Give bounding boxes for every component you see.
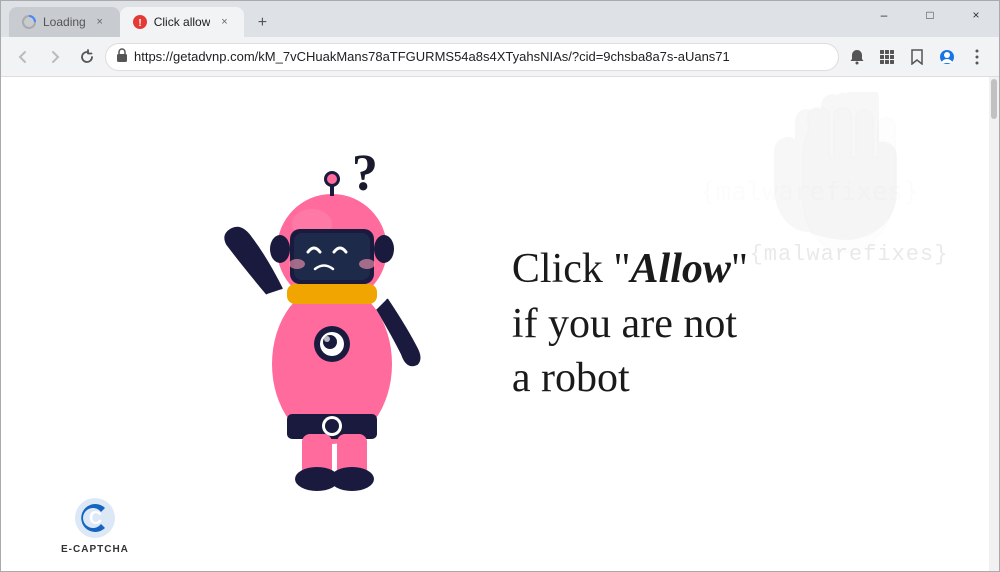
window-controls: – □ × <box>861 1 999 29</box>
watermark: {malwarefixes} <box>759 97 939 273</box>
forward-button[interactable] <box>41 43 69 71</box>
scrollbar[interactable] <box>989 77 999 571</box>
url-text: https://getadvnp.com/kM_7vCHuakMans78aTF… <box>134 49 828 64</box>
bookmark-button[interactable] <box>903 43 931 71</box>
ecaptcha-logo-icon: C <box>73 496 117 540</box>
robot-text: Click "Allow" if you are not a robot <box>512 242 748 406</box>
robot-illustration: ? <box>212 134 472 514</box>
tab-loading-close[interactable]: × <box>92 14 108 30</box>
notifications-button[interactable] <box>843 43 871 71</box>
text-line2: if you are not <box>512 297 748 352</box>
tab-click-allow-label: Click allow <box>154 15 211 29</box>
new-tab-button[interactable]: + <box>248 9 276 37</box>
text-click: Click " <box>512 246 631 292</box>
menu-button[interactable] <box>963 43 991 71</box>
text-line3: a robot <box>512 351 748 406</box>
svg-text:C: C <box>89 508 102 528</box>
ecaptcha-label: E-CAPTCHA <box>61 544 129 555</box>
text-line1: Click "Allow" <box>512 242 748 297</box>
profile-button[interactable] <box>933 43 961 71</box>
minimize-button[interactable]: – <box>861 1 907 29</box>
address-bar[interactable]: https://getadvnp.com/kM_7vCHuakMans78aTF… <box>105 43 839 71</box>
apps-button[interactable] <box>873 43 901 71</box>
ecaptcha-section: C E-CAPTCHA <box>61 496 129 555</box>
question-mark: ? <box>352 144 378 203</box>
tab-loading-label: Loading <box>43 15 86 29</box>
maximize-button[interactable]: □ <box>907 1 953 29</box>
tabs-row: Loading × ! Click allow × + <box>1 1 276 37</box>
tab-click-allow[interactable]: ! Click allow × <box>120 7 245 37</box>
tab-click-allow-favicon: ! <box>132 14 148 30</box>
tab-loading-favicon <box>21 14 37 30</box>
robot-section: ? <box>212 134 748 514</box>
tab-click-allow-close[interactable]: × <box>216 14 232 30</box>
page-content: {malwarefixes} {malwarefixes} ? <box>1 77 999 571</box>
toolbar: https://getadvnp.com/kM_7vCHuakMans78aTF… <box>1 37 999 77</box>
toolbar-actions <box>843 43 991 71</box>
text-allow: Allow <box>631 246 731 292</box>
svg-text:!: ! <box>138 18 141 29</box>
title-bar: Loading × ! Click allow × + – □ × <box>1 1 999 37</box>
tab-loading[interactable]: Loading × <box>9 7 120 37</box>
scrollbar-thumb <box>991 79 997 119</box>
back-button[interactable] <box>9 43 37 71</box>
close-button[interactable]: × <box>953 1 999 29</box>
browser-window: Loading × ! Click allow × + – □ × <box>0 0 1000 572</box>
robot-svg <box>212 134 452 504</box>
lock-icon <box>116 48 128 65</box>
text-quote: " <box>731 246 748 292</box>
watermark-text: {malwarefixes} <box>700 177 919 207</box>
refresh-button[interactable] <box>73 43 101 71</box>
